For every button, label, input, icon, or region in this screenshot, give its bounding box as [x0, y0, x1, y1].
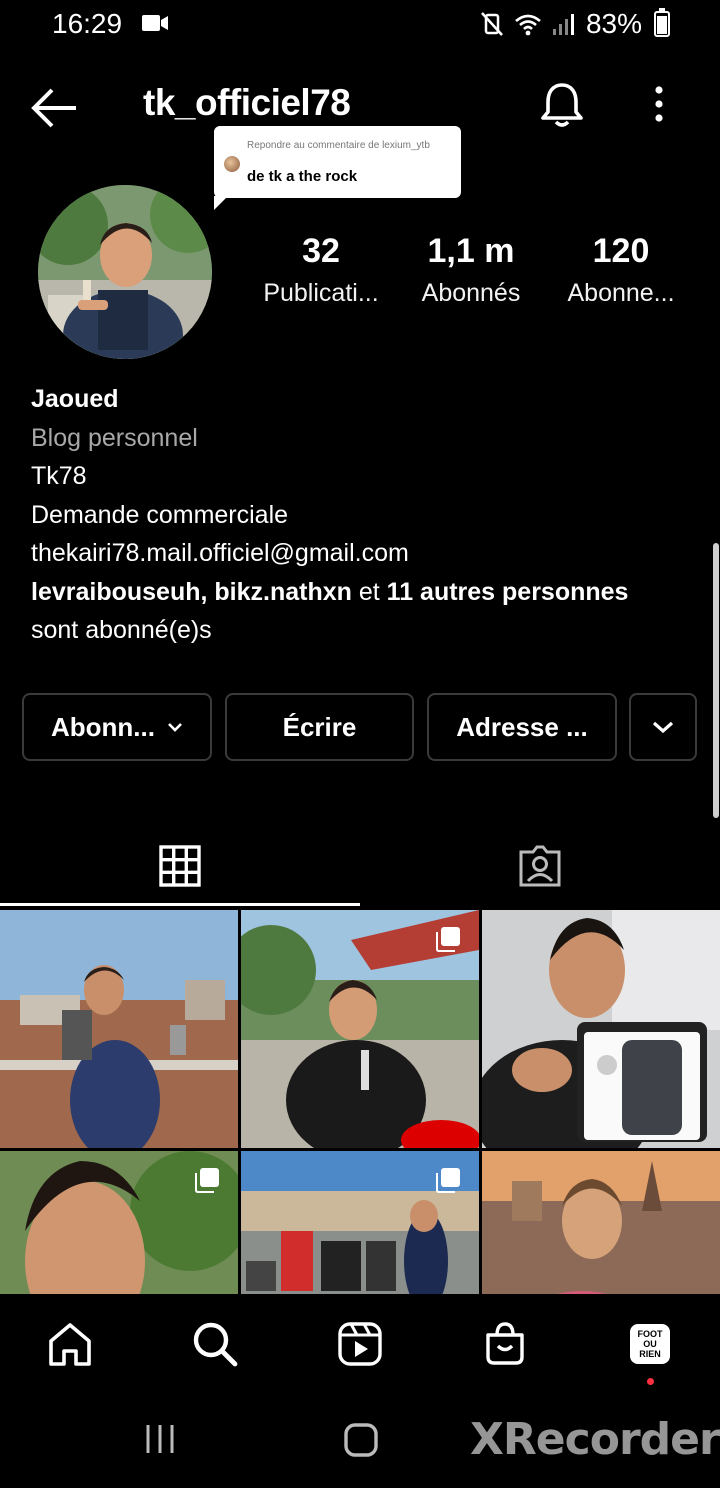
post-image — [482, 910, 720, 1148]
scroll-indicator — [713, 543, 719, 818]
followed-by[interactable]: levraibouseuh, bikz.nathxn et 11 autres … — [31, 573, 701, 612]
follower-name: bikz.nathxn — [214, 577, 352, 606]
message-button[interactable]: Écrire — [225, 693, 414, 761]
nav-reels[interactable] — [332, 1316, 388, 1372]
post-image — [0, 910, 238, 1148]
followed-by-others: 11 autres personnes — [386, 577, 629, 606]
stat-followers[interactable]: 1,1 m Abonnés — [408, 232, 534, 308]
grid-icon — [159, 845, 201, 887]
following-count: 120 — [592, 232, 650, 270]
message-button-label: Écrire — [282, 711, 357, 742]
nav-profile[interactable]: FOOT OU RIEN — [622, 1316, 678, 1372]
profile-avatar-small: FOOT OU RIEN — [630, 1324, 670, 1364]
tab-posts-grid[interactable] — [0, 830, 360, 902]
shop-icon — [486, 1322, 524, 1365]
profile-bio: Jaoued Blog personnel Tk78 Demande comme… — [31, 380, 701, 650]
display-name: Jaoued — [31, 385, 119, 413]
followers-label: Abonnés — [421, 279, 521, 307]
bio-line: Tk78 — [31, 462, 87, 490]
post-image — [482, 1151, 720, 1294]
bio-line: Demande commerciale — [31, 500, 289, 529]
follower-separator: , — [200, 577, 215, 606]
wifi-icon — [515, 14, 541, 36]
carousel-icon — [436, 1168, 460, 1193]
profile-pill-line: FOOT — [637, 1329, 663, 1339]
post-thumbnail[interactable] — [241, 910, 479, 1148]
active-tab-indicator — [0, 903, 360, 906]
posts-count: 32 — [302, 232, 340, 270]
profile-pill-line: RIEN — [639, 1349, 661, 1359]
battery-fill — [657, 15, 667, 34]
reply-label: Repondre au commentaire de lexium_ytb — [247, 140, 430, 151]
follower-name: levraibouseuh — [31, 577, 201, 606]
stat-following[interactable]: 120 Abonne... — [557, 232, 685, 308]
more-vertical-icon[interactable] — [644, 84, 674, 128]
profile-username: tk_officiel78 — [143, 82, 351, 123]
posts-label: Publicati... — [263, 279, 379, 307]
profile-category: Blog personnel — [31, 423, 198, 452]
post-thumbnail[interactable] — [482, 1151, 720, 1294]
battery-icon — [654, 8, 670, 37]
followed-by-suffix: sont abonné(e)s — [31, 616, 212, 644]
post-thumbnail[interactable] — [241, 1151, 479, 1294]
following-button-label: Abonn... — [51, 711, 155, 742]
carousel-icon — [195, 1168, 219, 1193]
recent-apps-icon[interactable] — [142, 1422, 178, 1456]
tab-tagged[interactable] — [360, 830, 720, 902]
chevron-down-icon — [168, 723, 182, 732]
status-right: 83% — [478, 8, 670, 40]
following-label: Abonne... — [567, 279, 675, 307]
bio-email[interactable]: thekairi78.mail.officiel@gmail.com — [31, 534, 701, 573]
search-icon — [193, 1322, 238, 1367]
post-thumbnail[interactable] — [0, 910, 238, 1148]
suggested-accounts-button[interactable] — [629, 693, 697, 761]
mute-vibrate-icon — [481, 12, 503, 36]
tagged-person-icon — [519, 845, 561, 887]
chevron-down-icon — [652, 721, 674, 734]
status-time: 16:29 — [52, 8, 123, 39]
recorder-watermark: XRecorder — [470, 1414, 720, 1465]
home-button-icon[interactable] — [343, 1422, 379, 1458]
following-button[interactable]: Abonn... — [22, 693, 212, 761]
address-button-label: Adresse ... — [456, 711, 588, 742]
nav-home[interactable] — [42, 1316, 98, 1372]
battery-percent: 83% — [585, 8, 642, 39]
back-arrow-icon[interactable] — [30, 84, 80, 132]
notification-dot — [647, 1378, 654, 1385]
video-record-icon — [142, 15, 168, 31]
signal-icon — [552, 14, 574, 35]
nav-shop[interactable] — [477, 1316, 533, 1372]
profile-pill-line: OU — [643, 1339, 657, 1349]
profile-avatar[interactable] — [38, 185, 212, 359]
carousel-icon — [436, 927, 460, 952]
reply-comment-sticker: Repondre au commentaire de lexium_ytb de… — [214, 126, 461, 210]
profile-photo — [38, 185, 212, 359]
home-icon — [49, 1323, 91, 1366]
commenter-avatar — [224, 156, 240, 172]
nav-search[interactable] — [187, 1316, 243, 1372]
status-bar: 16:29 83% — [0, 0, 720, 50]
stat-posts[interactable]: 32 Publicati... — [250, 232, 392, 308]
posts-grid — [0, 910, 720, 1294]
post-thumbnail[interactable] — [482, 910, 720, 1148]
followed-by-connector: et — [351, 577, 387, 606]
bell-icon[interactable] — [538, 80, 586, 130]
bottom-navigation: FOOT OU RIEN — [0, 1294, 720, 1404]
followers-count: 1,1 m — [427, 232, 515, 270]
address-button[interactable]: Adresse ... — [427, 693, 617, 761]
post-thumbnail[interactable] — [0, 1151, 238, 1294]
reply-text: de tk a the rock — [247, 168, 358, 185]
reels-icon — [338, 1322, 382, 1366]
